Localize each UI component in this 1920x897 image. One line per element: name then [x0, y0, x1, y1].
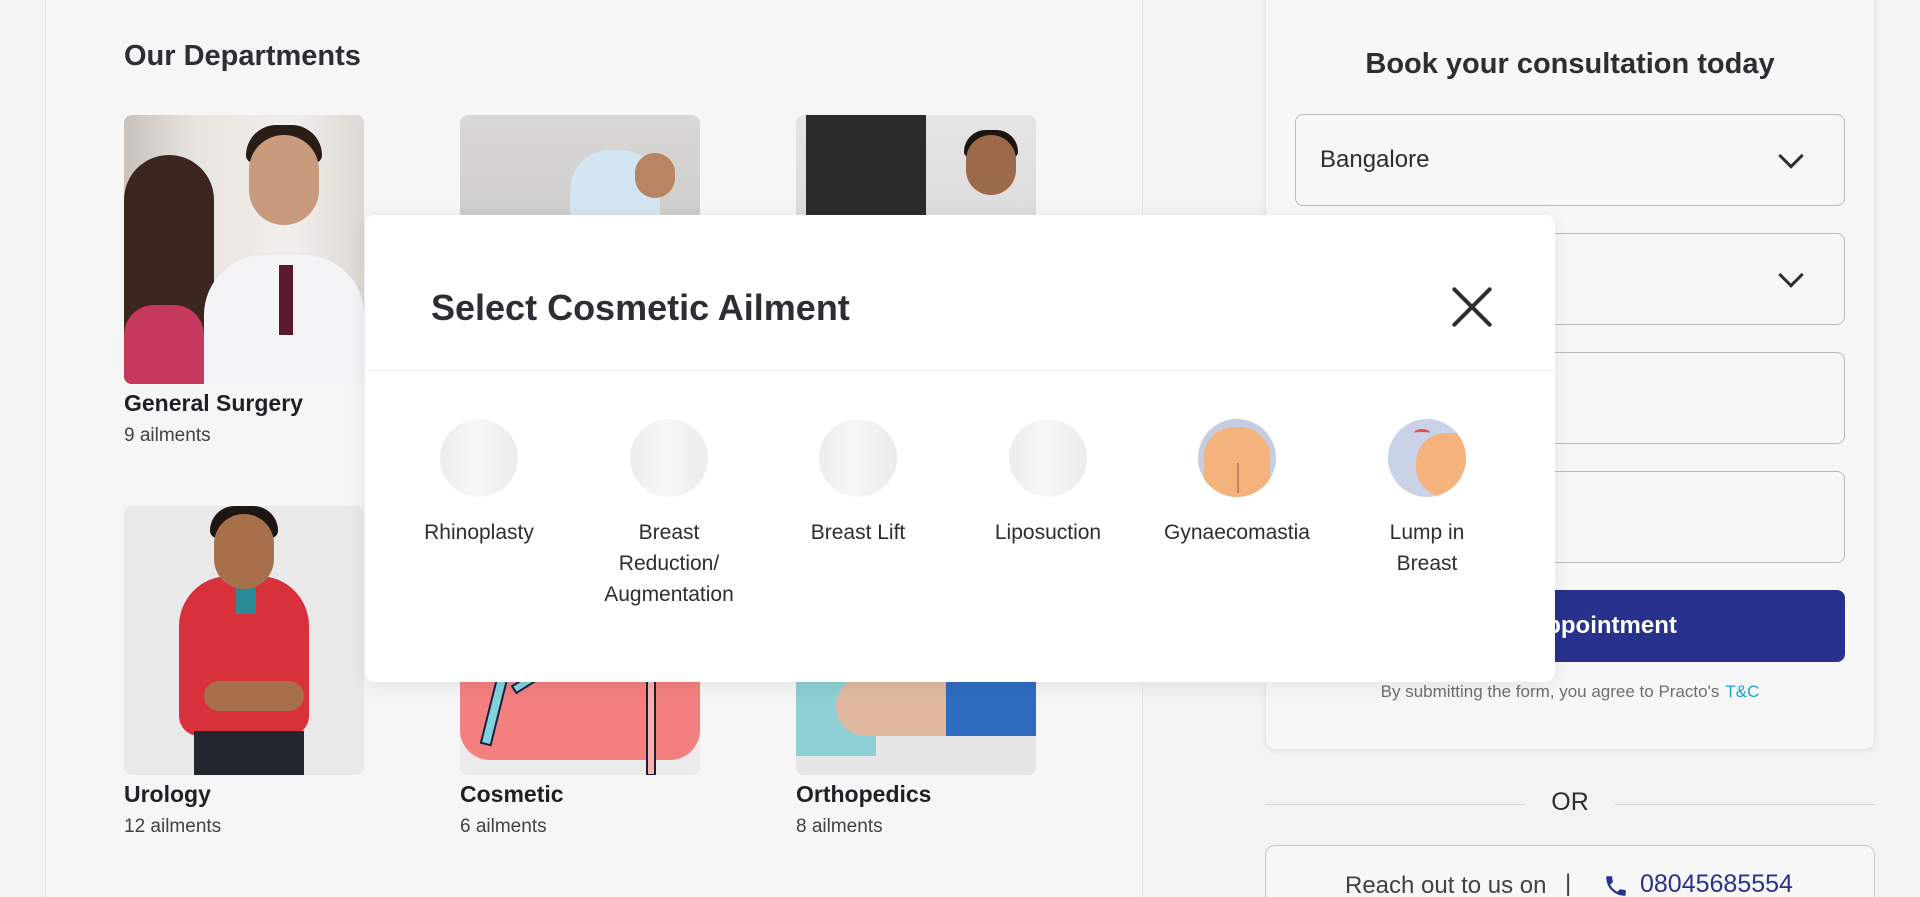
- lump-in-breast-icon: [1388, 419, 1466, 497]
- breast-reduction-icon: [630, 419, 708, 497]
- breast-lift-icon: [819, 419, 897, 497]
- ailment-gynaecomastia[interactable]: Gynaecomastia: [1142, 419, 1332, 548]
- ailment-label: Liposuction: [994, 521, 1102, 544]
- gynaecomastia-icon: [1198, 419, 1276, 497]
- cosmetic-ailment-modal: Select Cosmetic Ailment Rhinoplasty Brea…: [365, 215, 1555, 682]
- ailment-breast-reduction[interactable]: Breast Reduction/ Augmentation: [574, 419, 764, 610]
- ailment-breast-lift[interactable]: Breast Lift: [763, 419, 953, 548]
- ailment-label: Rhinoplasty: [424, 521, 534, 544]
- modal-title: Select Cosmetic Ailment: [431, 287, 850, 328]
- ailment-lump-in-breast[interactable]: Lump in Breast: [1332, 419, 1522, 579]
- liposuction-icon: [1009, 419, 1087, 497]
- close-icon[interactable]: [1449, 283, 1495, 329]
- ailment-liposuction[interactable]: Liposuction: [953, 419, 1143, 548]
- rhinoplasty-icon: [440, 419, 518, 497]
- ailment-label: Gynaecomastia: [1164, 521, 1310, 544]
- modal-divider: [365, 370, 1555, 371]
- ailment-label: Lump in Breast: [1389, 521, 1465, 575]
- ailment-label: Breast Lift: [810, 521, 906, 544]
- ailment-label: Breast Reduction/ Augmentation: [604, 521, 734, 606]
- ailment-rhinoplasty[interactable]: Rhinoplasty: [384, 419, 574, 548]
